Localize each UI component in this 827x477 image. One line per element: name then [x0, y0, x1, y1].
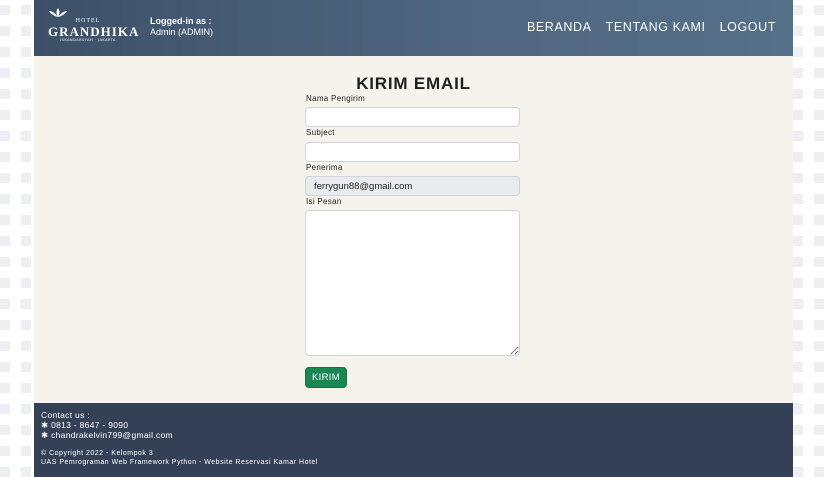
- recipient-input[interactable]: [305, 176, 520, 196]
- background-pattern-left: [0, 0, 34, 477]
- message-textarea[interactable]: [305, 210, 520, 356]
- footer: Contact us : ✱ 0813 - 8647 - 9090 ✱ chan…: [34, 403, 793, 477]
- sender-label: Nama Pengirim: [306, 94, 366, 103]
- login-info: Logged-in as : Admin (ADMIN): [150, 16, 213, 38]
- main-nav: BERANDA TENTANG KAMI LOGOUT: [527, 20, 776, 34]
- top-navbar: HOTEL GRANDHIKA ISKANDARSYAH · JAKARTA L…: [34, 0, 793, 56]
- page-title: KIRIM EMAIL: [356, 74, 471, 93]
- footer-project: UAS Pemrograman Web Framework Python - W…: [41, 459, 318, 466]
- login-user: Admin (ADMIN): [150, 27, 214, 37]
- page-frame: HOTEL GRANDHIKA ISKANDARSYAH · JAKARTA L…: [34, 0, 793, 477]
- lotus-icon: [49, 8, 67, 17]
- nav-tentang-kami[interactable]: TENTANG KAMI: [606, 20, 706, 34]
- footer-contact-label: Contact us :: [41, 410, 90, 420]
- recipient-label: Penerima: [306, 163, 343, 172]
- login-label: Logged-in as :: [150, 16, 212, 26]
- nav-logout[interactable]: LOGOUT: [720, 20, 776, 34]
- footer-copyright: © Copyright 2022 - Kelompok 3: [41, 450, 154, 457]
- send-button[interactable]: KIRIM: [305, 367, 347, 388]
- subject-input[interactable]: [305, 142, 520, 162]
- nav-beranda[interactable]: BERANDA: [527, 20, 592, 34]
- background-pattern-right: [793, 0, 827, 477]
- logo-name-text: GRANDHIKA: [48, 24, 140, 39]
- subject-label: Subject: [306, 128, 335, 137]
- footer-email: ✱ chandrakelvin799@gmail.com: [41, 430, 173, 440]
- sender-input[interactable]: [305, 107, 520, 127]
- main-content: KIRIM EMAIL Nama Pengirim Subject Peneri…: [34, 56, 793, 403]
- hotel-logo[interactable]: HOTEL GRANDHIKA ISKANDARSYAH · JAKARTA: [48, 8, 140, 48]
- message-label: Isi Pesan: [306, 197, 342, 206]
